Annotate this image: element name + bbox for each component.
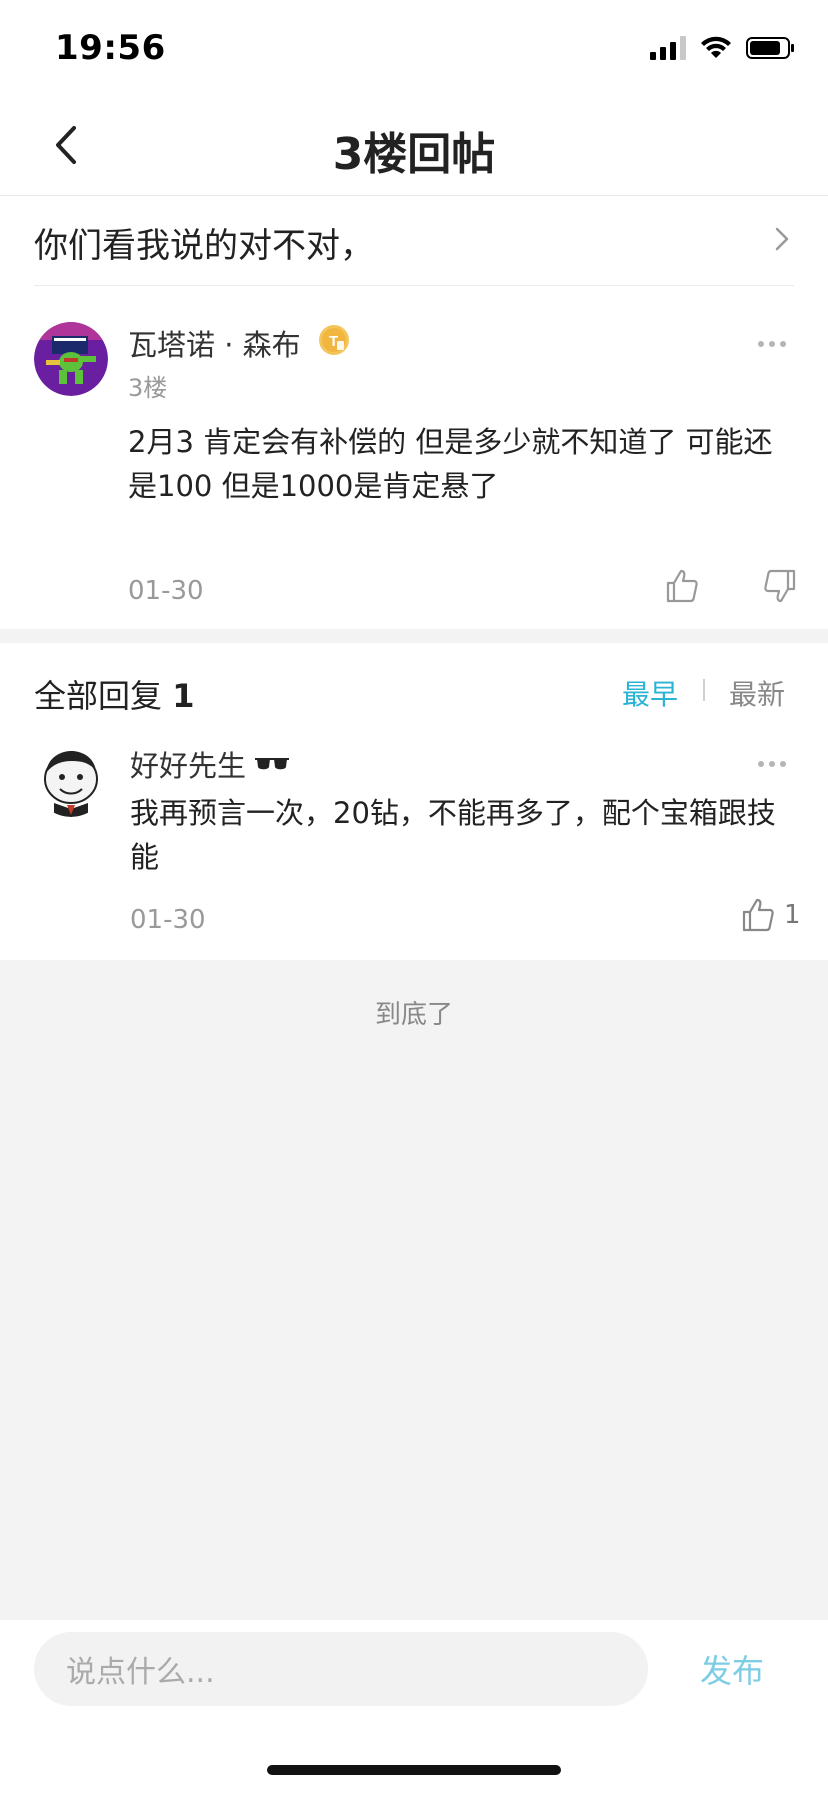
avatar[interactable]: [34, 743, 108, 817]
replies-section: 全部回复 1 最早 最新 好好先生 我再预言一次，20钻，不能再多了，配个宝箱跟…: [0, 643, 828, 960]
chevron-right-icon: [775, 227, 789, 251]
replies-count: 1: [172, 677, 195, 715]
avatar-image: [34, 743, 108, 817]
reply-author[interactable]: 好好先生: [130, 743, 290, 785]
author-name[interactable]: 瓦塔诺 · 森布: [128, 322, 301, 364]
avatar[interactable]: [34, 322, 108, 396]
sunglasses-icon: [255, 758, 290, 770]
topic-link[interactable]: 你们看我说的对不对，: [0, 196, 828, 286]
reply-like-button[interactable]: 1: [740, 897, 801, 933]
more-options-button[interactable]: [758, 761, 786, 767]
status-time: 19:56: [55, 28, 166, 68]
sort-earliest-tab[interactable]: 最早: [622, 673, 678, 713]
badge-icon: T: [319, 325, 349, 355]
replies-title: 全部回复: [34, 677, 163, 715]
battery-icon: [746, 37, 794, 59]
main-post: 瓦塔诺 · 森布 T 3楼 2月3 肯定会有补偿的 但是多少就不知道了 可能还是…: [0, 286, 828, 629]
divider: [703, 679, 705, 701]
floor-label: 3楼: [128, 374, 168, 402]
avatar-image: [34, 322, 108, 396]
replies-header: 全部回复 1: [34, 671, 194, 717]
publish-button[interactable]: 发布: [700, 1646, 764, 1692]
like-count: 1: [784, 900, 801, 930]
topic-title: 你们看我说的对不对，: [34, 226, 374, 266]
end-of-list-text: 到底了: [374, 1000, 453, 1030]
status-icons: [650, 36, 796, 60]
page-title: 3楼回帖: [332, 129, 496, 180]
nav-bar: 3楼回帖: [0, 100, 828, 196]
signal-icon: [650, 36, 686, 60]
wifi-icon: [701, 36, 731, 58]
post-date: 01-30: [128, 576, 204, 606]
thumbs-up-icon: [742, 898, 774, 932]
reply-content: 我再预言一次，20钻，不能再多了，配个宝箱跟技能: [130, 796, 776, 874]
svg-text:T: T: [329, 333, 338, 350]
comment-input[interactable]: 说点什么...: [34, 1632, 648, 1706]
thumbs-down-icon[interactable]: [762, 568, 798, 604]
reply-author-name: 好好先生: [130, 749, 247, 783]
home-indicator: [267, 1765, 561, 1775]
thumbs-up-icon[interactable]: [664, 568, 700, 604]
more-options-button[interactable]: [758, 341, 786, 347]
comment-input-placeholder: 说点什么...: [66, 1655, 215, 1690]
status-bar: 19:56: [0, 0, 828, 100]
post-content: 2月3 肯定会有补偿的 但是多少就不知道了 可能还是100 但是1000是肯定悬…: [128, 425, 773, 503]
sort-newest-tab[interactable]: 最新: [729, 673, 785, 713]
reply-date: 01-30: [130, 905, 206, 935]
